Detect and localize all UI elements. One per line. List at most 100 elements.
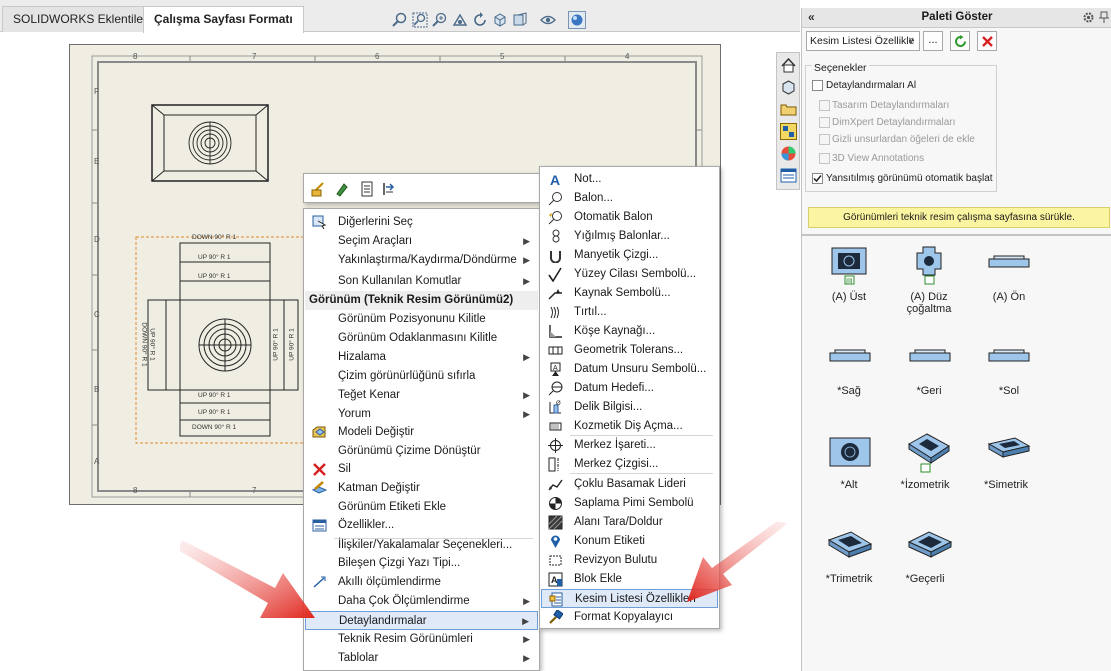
custom-properties-icon[interactable] [780,167,797,184]
menu-item-lock-view-position[interactable]: Görünüm Pozisyonunu Kilitle [305,310,538,329]
submenu-item-auto-balloon[interactable]: Otomatik Balon [541,208,718,227]
menu-item-comment[interactable]: Yorum ▶ [305,405,538,424]
view-right-thumbnail[interactable] [829,347,871,365]
section-view-icon[interactable] [512,12,528,28]
refresh-button[interactable] [950,31,970,51]
menu-item-selection-tools[interactable]: Seçim Araçları ▶ [305,232,538,251]
hide-show-icon[interactable] [540,12,556,28]
layer-icon[interactable] [334,181,350,197]
submenu-item-datum-feature[interactable]: A Datum Unsuru Sembolü... [541,360,718,379]
menu-item-recent-commands[interactable]: Son Kullanılan Komutlar ▶ [305,272,538,291]
menu-item-smart-dimension[interactable]: Akıllı ölçümlendirme [305,573,538,592]
file-explorer-icon[interactable] [780,101,797,118]
menu-item-component-line-font[interactable]: Bileşen Çizgi Yazı Tipi... [305,554,538,573]
menu-item-select-others[interactable]: Diğerlerini Seç [305,213,538,232]
view-orientation-icon[interactable] [492,12,508,28]
view-bottom-thumbnail[interactable] [829,436,871,468]
home-icon[interactable] [780,57,797,74]
submenu-item-note[interactable]: A Not... [541,170,718,189]
view-current-thumbnail[interactable] [907,530,953,562]
menu-item-tangent-edge[interactable]: Teğet Kenar ▶ [305,386,538,405]
surface-finish-icon [548,267,562,282]
import-annotations-checkbox[interactable] [812,80,823,91]
view-isometric-thumbnail[interactable] [907,432,951,474]
apply-scene-icon[interactable] [568,11,586,29]
tab-solidworks-addins[interactable]: SOLIDWORKS Eklentileri [2,6,161,32]
view-left-thumbnail[interactable] [988,347,1030,365]
view-dimetric-thumbnail[interactable] [987,436,1031,466]
pin-icon[interactable] [1098,11,1110,24]
submenu-item-balloon[interactable]: Balon... [541,189,718,208]
menu-item-add-view-label[interactable]: Görünüm Etiketi Ekle [305,498,538,517]
submenu-item-centerline[interactable]: Merkez Çizgisi... [541,455,718,474]
submenu-item-hole-callout[interactable]: Ø Delik Bilgisi... [541,398,718,417]
view-palette-icon[interactable] [780,123,797,140]
view-top-thumbnail[interactable]: ▤ [829,245,869,285]
submenu-arrow-icon: ▶ [523,596,530,606]
submenu-item-dowel-pin[interactable]: Saplama Pimi Sembolü [541,494,718,513]
border-col-label: 5 [500,52,505,61]
submenu-item-surface-finish[interactable]: Yüzey Cilası Sembolü... [541,265,718,284]
auto-start-projected-checkbox[interactable] [812,173,823,184]
submenu-item-fillet-weld[interactable]: Köşe Kaynağı... [541,322,718,341]
submenu-item-stacked-balloon[interactable]: Yığılmış Balonlar... [541,227,718,246]
browse-button[interactable]: ... [923,31,943,51]
svg-text:A: A [553,365,558,372]
menu-item-reset-sketch-visibility[interactable]: Çizim görünürlüğünü sıfırla [305,367,538,386]
submenu-item-magnetic-line[interactable]: Manyetik Çizgi... [541,246,718,265]
menu-item-more-dimensions[interactable]: Daha Çok Ölçümlendirme ▶ [305,592,538,611]
menu-item-convert-view-to-sketch[interactable]: Görünümü Çizime Dönüştür [305,442,538,461]
menu-item-delete[interactable]: Sil [305,460,538,479]
view-back-thumbnail[interactable] [909,347,951,365]
submenu-item-datum-target[interactable]: Datum Hedefi... [541,379,718,398]
submenu-arrow-icon: ▶ [523,634,530,644]
zoom-area-icon[interactable] [412,12,428,28]
menu-header-view: Görünüm (Teknik Resim Görünümü2) [305,291,538,310]
svg-text:Ø: Ø [556,401,561,407]
appearances-icon[interactable] [780,145,797,162]
menu-item-drawing-views[interactable]: Teknik Resim Görünümleri ▶ [305,630,538,649]
zoom-in-icon[interactable] [432,12,448,28]
submenu-item-weld-bead[interactable]: Tırtıl... [541,303,718,322]
menu-item-tables[interactable]: Tablolar ▶ [305,649,538,668]
datum-feature-icon: A [550,362,561,376]
menu-item-replace-model[interactable]: Modeli Değiştir [305,423,538,442]
submenu-item-cosmetic-thread[interactable]: Kozmetik Diş Açma... [541,417,718,436]
dimxpert-annotations-checkbox[interactable] [819,117,830,128]
submenu-item-multi-jog-leader[interactable]: Çoklu Basamak Lideri [541,475,718,494]
view-top-icon: ▤ [831,247,867,285]
gear-icon[interactable] [1082,11,1095,24]
view-trimetric-thumbnail[interactable] [827,530,873,562]
document-select[interactable]: Kesim Listesi Özellikle ∨ [806,31,920,51]
menu-item-relations-snaps[interactable]: İlişkiler/Yakalamalar Seçenekleri... [305,536,538,555]
menu-item-alignment[interactable]: Hizalama ▶ [305,348,538,367]
menu-item-lock-view-focus[interactable]: Görünüm Odaklanmasını Kilitle [305,329,538,348]
zoom-fit-icon[interactable] [392,12,408,28]
3d-view-annotations-checkbox[interactable] [819,153,830,164]
menu-item-properties[interactable]: Özellikler... [305,516,538,535]
menu-item-change-layer[interactable]: Katman Değiştir [305,479,538,498]
hidden-features-checkbox[interactable] [819,134,830,145]
smart-dimension-icon[interactable] [311,181,327,197]
submenu-item-format-painter[interactable]: Format Kopyalayıcı [541,608,718,627]
tab-sheet-format[interactable]: Çalışma Sayfası Formatı [143,6,304,33]
red-arrow-icon [687,522,787,602]
annotation-icon[interactable] [359,181,375,197]
properties-icon[interactable] [381,181,397,197]
view-flat-pattern-thumbnail[interactable] [909,245,949,285]
menu-item-annotations[interactable]: Detaylandırmalar ▶ [305,611,538,630]
close-icon [982,36,993,47]
submenu-item-weld-symbol[interactable]: Kaynak Sembolü... [541,284,718,303]
submenu-item-center-mark[interactable]: Merkez İşareti... [541,436,718,455]
submenu-item-geometric-tolerance[interactable]: Geometrik Tolerans... [541,341,718,360]
rotate-icon[interactable] [472,12,488,28]
clear-button[interactable] [977,31,997,51]
bend-note: DOWN 90° R 1 [192,234,237,241]
design-annotations-checkbox[interactable] [819,100,830,111]
pan-icon[interactable] [452,12,468,28]
panel-splitter[interactable] [802,234,1111,236]
view-front-thumbnail[interactable] [988,253,1030,271]
view-trimetric-icon [827,531,873,558]
parts-library-icon[interactable] [780,79,797,96]
menu-item-zoom-pan-rotate[interactable]: Yakınlaştırma/Kaydırma/Döndürme ▶ [305,251,538,270]
